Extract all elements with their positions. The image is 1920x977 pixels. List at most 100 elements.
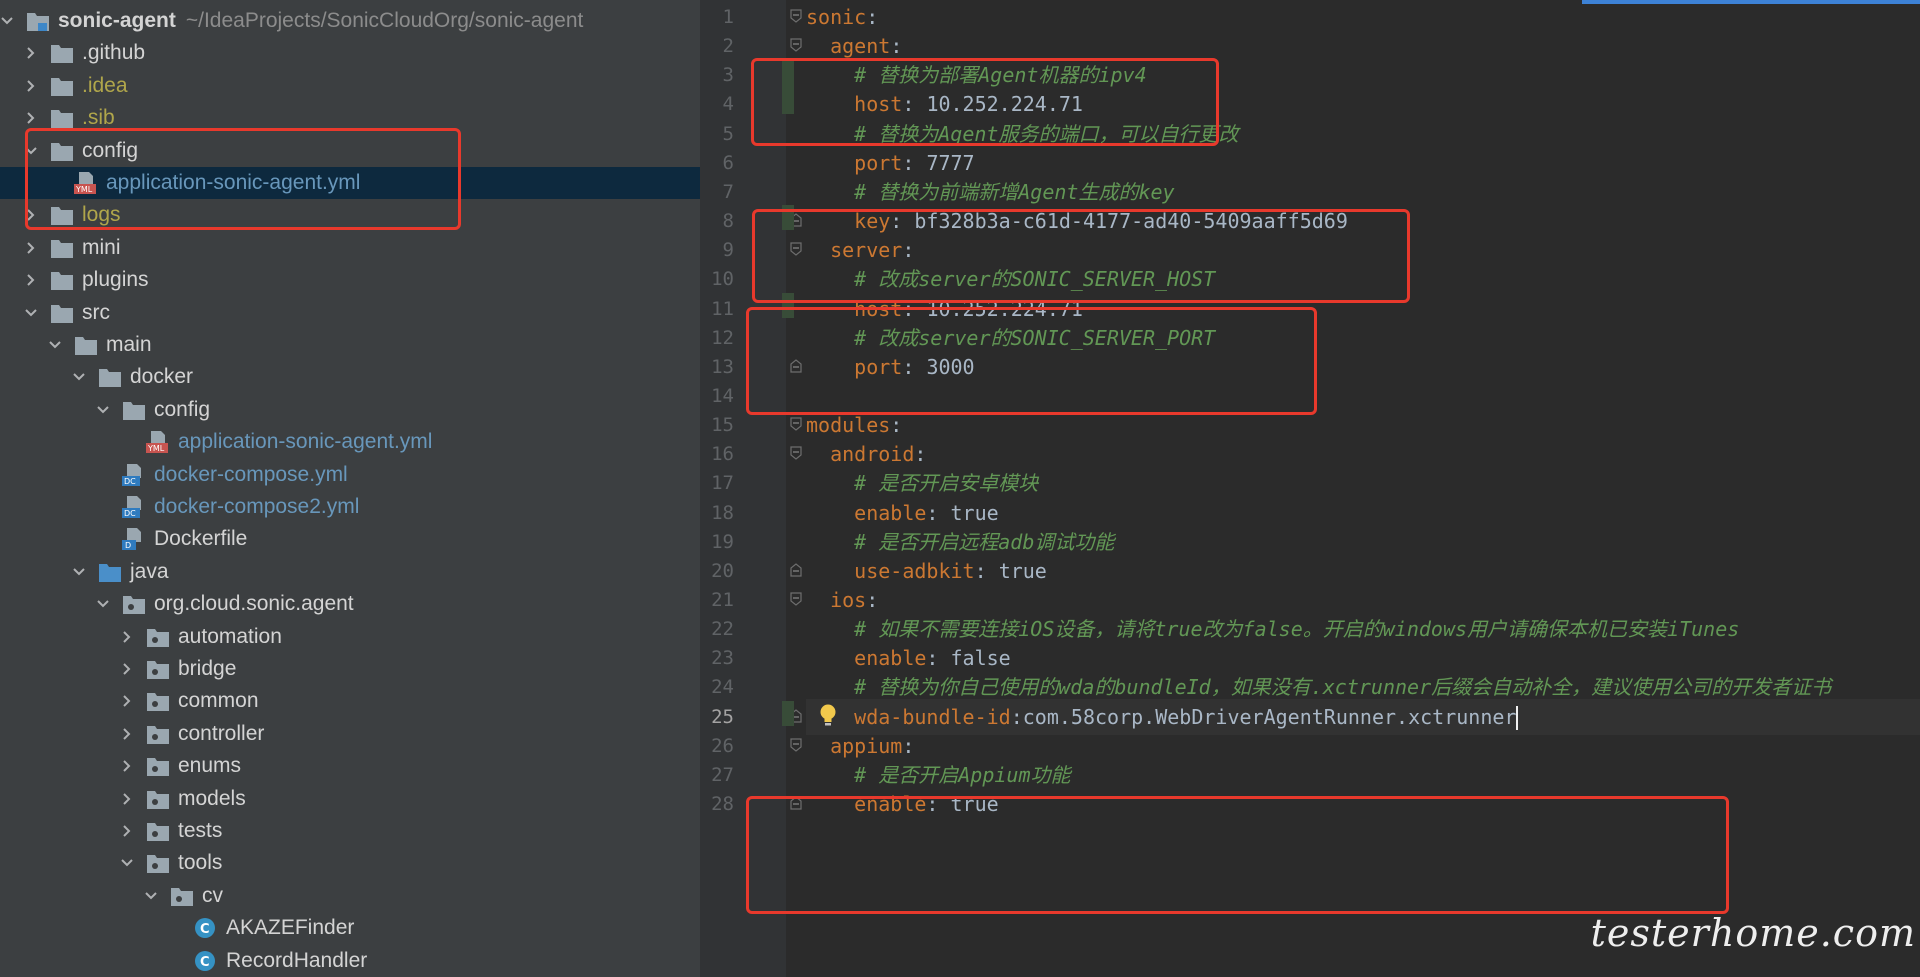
chevron-right-icon[interactable] <box>120 792 134 806</box>
code-line[interactable]: enable: true <box>806 786 1920 822</box>
chevron-right-icon[interactable] <box>120 630 134 644</box>
lightbulb-icon[interactable] <box>818 703 838 729</box>
tree-item[interactable]: tools <box>0 847 700 879</box>
chevron-down-icon[interactable] <box>24 144 38 158</box>
tree-item-label: models <box>178 786 246 810</box>
chevron-down-icon[interactable] <box>72 370 86 384</box>
folder-icon <box>50 269 74 291</box>
yaml-key: enable <box>854 500 927 525</box>
line-number: 28 <box>711 793 734 816</box>
chevron-right-icon[interactable] <box>24 273 38 287</box>
tree-item[interactable]: bridge <box>0 653 700 685</box>
tree-item[interactable]: enums <box>0 750 700 782</box>
tree-item-label: java <box>130 559 169 583</box>
tree-item-label: org.cloud.sonic.agent <box>154 592 354 616</box>
tree-item[interactable]: logs <box>0 199 700 231</box>
yml-file-icon: YML <box>146 431 170 454</box>
tree-item[interactable]: docker <box>0 361 700 393</box>
code-comment: # 替换为前端新增Agent生成的key <box>854 179 1175 204</box>
yaml-value: 10.252.224.71 <box>926 296 1083 321</box>
tree-item[interactable]: DC docker-compose.yml <box>0 459 700 491</box>
tree-item[interactable]: D Dockerfile <box>0 523 700 555</box>
chevron-right-icon[interactable] <box>120 824 134 838</box>
tree-item[interactable]: .sib <box>0 102 700 134</box>
dockerfile-icon: D <box>122 528 146 551</box>
fold-close-icon[interactable] <box>790 795 802 810</box>
tree-item[interactable]: controller <box>0 718 700 750</box>
tree-item[interactable]: sonic-agent ~/IdeaProjects/SonicCloudOrg/… <box>0 5 700 37</box>
yaml-key: modules <box>806 413 891 438</box>
tree-item[interactable]: src <box>0 297 700 329</box>
chevron-down-icon[interactable] <box>48 338 62 352</box>
fold-close-icon[interactable] <box>790 562 802 577</box>
chevron-down-icon[interactable] <box>120 856 134 870</box>
yaml-key: use-adbkit <box>854 558 975 583</box>
class-icon: C <box>194 950 218 972</box>
chevron-right-icon[interactable] <box>120 662 134 676</box>
package-icon <box>146 658 170 680</box>
chevron-right-icon[interactable] <box>120 759 134 773</box>
fold-open-icon[interactable] <box>790 591 802 606</box>
vcs-change-marker[interactable] <box>782 700 794 726</box>
tree-item[interactable]: cv <box>0 880 700 912</box>
tree-item[interactable]: automation <box>0 621 700 653</box>
vcs-change-marker[interactable] <box>782 205 794 231</box>
tree-item-label: plugins <box>82 268 149 292</box>
chevron-right-icon[interactable] <box>120 727 134 741</box>
fold-open-icon[interactable] <box>790 37 802 52</box>
yaml-separator: : <box>926 646 951 671</box>
chevron-right-icon[interactable] <box>24 46 38 60</box>
chevron-right-icon[interactable] <box>24 79 38 93</box>
yaml-key: wda-bundle-id <box>854 704 1011 729</box>
tree-item[interactable]: tests <box>0 815 700 847</box>
yaml-key: appium <box>830 733 903 758</box>
fold-open-icon[interactable] <box>790 445 802 461</box>
fold-open-icon[interactable] <box>790 241 802 256</box>
tree-item[interactable]: YML application-sonic-agent.yml <box>0 426 700 458</box>
chevron-right-icon[interactable] <box>120 694 134 708</box>
fold-open-icon[interactable] <box>790 737 802 752</box>
yaml-separator: : <box>902 296 927 321</box>
code-comment: # 替换为部署Agent机器的ipv4 <box>854 63 1147 88</box>
chevron-down-icon[interactable] <box>144 889 158 903</box>
tree-item-label: config <box>154 397 211 421</box>
chevron-right-icon[interactable] <box>24 111 38 125</box>
chevron-down-icon[interactable] <box>96 403 110 417</box>
tree-item[interactable]: java <box>0 556 700 588</box>
tree-item[interactable]: models <box>0 783 700 815</box>
project-tree-panel: sonic-agent ~/IdeaProjects/SonicCloudOrg/… <box>0 0 701 977</box>
tree-item[interactable]: main <box>0 329 700 361</box>
yaml-separator: : <box>890 34 903 59</box>
tree-item[interactable]: .github <box>0 37 700 69</box>
tree-item[interactable]: org.cloud.sonic.agent <box>0 588 700 620</box>
tree-item[interactable]: C AKAZEFinder <box>0 912 700 944</box>
tree-item[interactable]: YML application-sonic-agent.yml <box>0 167 700 199</box>
tree-item[interactable]: common <box>0 685 700 717</box>
fold-open-icon[interactable] <box>790 416 802 431</box>
vcs-change-marker[interactable] <box>782 59 794 114</box>
tree-item[interactable]: plugins <box>0 264 700 296</box>
tree-item[interactable]: C RecordHandler <box>0 945 700 977</box>
chevron-down-icon[interactable] <box>72 565 86 579</box>
folder-icon <box>50 75 74 97</box>
code-editor[interactable]: 1 2 3 4 5 6 7 8 9 10 11 12 13 14 15 16 17 18 19 20 21 22 23 24 2… <box>700 0 1920 977</box>
chevron-right-icon[interactable] <box>24 208 38 222</box>
code-comment: # 改成server的SONIC_SERVER_HOST <box>854 267 1216 292</box>
vcs-change-marker[interactable] <box>782 292 794 318</box>
chevron-right-icon[interactable] <box>24 241 38 255</box>
yaml-separator: : <box>866 5 879 29</box>
yaml-separator: : <box>890 413 903 438</box>
tree-item[interactable]: config <box>0 135 700 167</box>
tree-item[interactable]: .idea <box>0 70 700 102</box>
fold-close-icon[interactable] <box>790 358 802 373</box>
chevron-down-icon[interactable] <box>96 597 110 611</box>
chevron-down-icon[interactable] <box>0 14 14 28</box>
tree-item[interactable]: DC docker-compose2.yml <box>0 491 700 523</box>
tree-item[interactable]: config <box>0 394 700 426</box>
chevron-down-icon[interactable] <box>24 306 38 320</box>
yaml-separator: : <box>1010 704 1023 729</box>
package-icon <box>170 885 194 907</box>
tree-item[interactable]: mini <box>0 232 700 264</box>
tree-item-label: bridge <box>178 657 237 680</box>
fold-open-icon[interactable] <box>790 8 802 23</box>
